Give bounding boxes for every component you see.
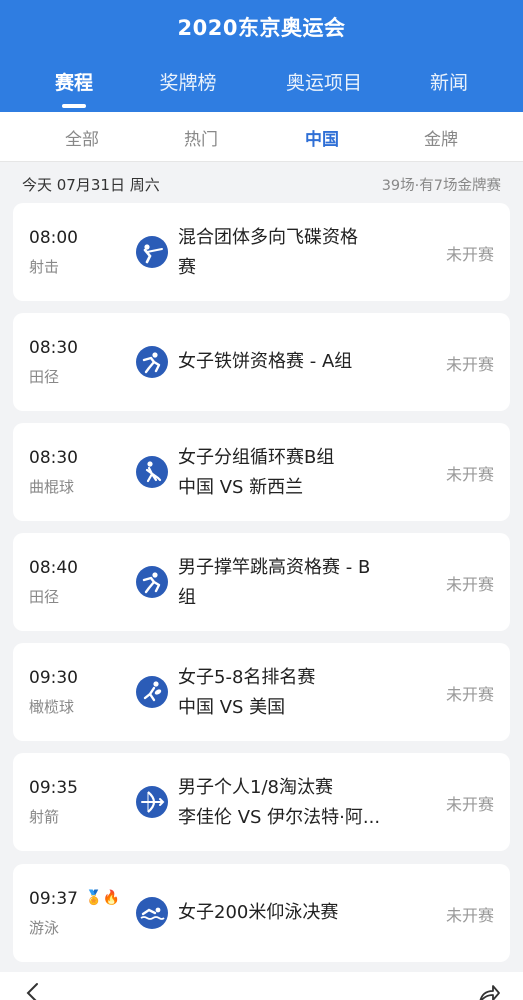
- match-status: 未开赛: [445, 906, 494, 925]
- date-label: 今天 07月31日 周六: [22, 176, 160, 194]
- match-card[interactable]: 08:00 射击 混合团体多向飞碟资格 赛 未开赛: [13, 203, 510, 301]
- filter-bar: 全部 热门 中国 金牌: [0, 112, 523, 162]
- match-card[interactable]: 09:35 射箭 男子个人1/8淘汰赛 李佳伦 VS 伊尔法特·阿... 未开赛: [13, 753, 510, 851]
- match-title: 女子200米仰泳决赛: [178, 902, 339, 923]
- tab-schedule[interactable]: 赛程: [36, 68, 112, 108]
- share-icon[interactable]: [477, 982, 501, 1000]
- gold-medal-icon: 🏅: [85, 890, 103, 906]
- match-status: 未开赛: [445, 685, 494, 704]
- match-title-continued: 组: [178, 587, 196, 608]
- match-status: 未开赛: [445, 245, 494, 264]
- sport-name: 射击: [29, 258, 60, 276]
- match-status: 未开赛: [445, 465, 494, 484]
- tab-label: 新闻: [429, 72, 468, 94]
- match-title-continued: 赛: [178, 257, 196, 278]
- match-title: 男子个人1/8淘汰赛: [178, 777, 333, 798]
- swimming-icon: [136, 897, 168, 929]
- match-card[interactable]: 09:30 橄榄球 女子5-8名排名赛 中国 VS 美国 未开赛: [13, 643, 510, 741]
- sport-name: 田径: [29, 368, 60, 386]
- active-tab-indicator: [62, 104, 86, 108]
- date-row: 今天 07月31日 周六 39场·有7场金牌赛: [0, 170, 523, 198]
- main-tab-bar: 赛程 奖牌榜 奥运项目 新闻: [0, 68, 523, 108]
- sport-name: 田径: [29, 588, 60, 606]
- tab-medal-table[interactable]: 奖牌榜: [146, 68, 230, 102]
- match-teams: 李佳伦 VS 伊尔法特·阿...: [178, 807, 381, 828]
- shooting-icon: [136, 236, 168, 268]
- match-title: 女子5-8名排名赛: [178, 667, 316, 688]
- match-time: 08:40: [29, 558, 78, 578]
- athletics-icon: [136, 346, 168, 378]
- fire-icon: 🔥: [102, 890, 120, 906]
- match-time: 09:35: [29, 778, 78, 798]
- match-status: 未开赛: [445, 795, 494, 814]
- match-card[interactable]: 08:40 田径 男子撑竿跳高资格赛 - B 组 未开赛: [13, 533, 510, 631]
- match-title: 女子分组循环赛B组: [178, 447, 335, 468]
- sport-name: 射箭: [29, 808, 60, 826]
- match-title: 男子撑竿跳高资格赛 - B: [178, 557, 371, 578]
- match-card[interactable]: 08:30 田径 女子铁饼资格赛 - A组 未开赛: [13, 313, 510, 411]
- archery-icon: [136, 786, 168, 818]
- sport-name: 橄榄球: [29, 698, 75, 716]
- tab-label: 奥运项目: [285, 72, 362, 94]
- filter-gold[interactable]: 金牌: [391, 125, 491, 150]
- hockey-icon: [136, 456, 168, 488]
- match-summary: 39场·有7场金牌赛: [381, 178, 501, 194]
- match-time: 09:37: [29, 889, 78, 909]
- match-card[interactable]: 09:37 🏅🔥 游泳 女子200米仰泳决赛 未开赛: [13, 864, 510, 962]
- match-status: 未开赛: [445, 355, 494, 374]
- match-title: 女子铁饼资格赛 - A组: [178, 351, 353, 372]
- match-teams: 中国 VS 新西兰: [178, 477, 304, 498]
- filter-all[interactable]: 全部: [32, 125, 132, 150]
- filter-hot[interactable]: 热门: [151, 125, 251, 150]
- sport-name: 曲棍球: [29, 478, 75, 496]
- rugby-icon: [136, 676, 168, 708]
- match-time: 08:00: [29, 228, 78, 248]
- back-arrow-icon[interactable]: [22, 982, 44, 1000]
- match-card[interactable]: 08:30 曲棍球 女子分组循环赛B组 中国 VS 新西兰 未开赛: [13, 423, 510, 521]
- match-badges: 🏅🔥: [85, 890, 120, 906]
- sport-name: 游泳: [29, 919, 60, 937]
- match-time: 08:30: [29, 448, 78, 468]
- tab-label: 奖牌榜: [159, 72, 217, 94]
- match-title: 混合团体多向飞碟资格: [178, 227, 358, 248]
- tab-label: 赛程: [54, 72, 93, 94]
- bottom-nav-bar: [0, 972, 523, 1000]
- app-title: 2020东京奥运会: [177, 16, 346, 40]
- match-time: 09:30: [29, 668, 78, 688]
- match-teams: 中国 VS 美国: [178, 697, 286, 718]
- tab-news[interactable]: 新闻: [414, 68, 484, 102]
- tab-olympic-sports[interactable]: 奥运项目: [274, 68, 374, 102]
- athletics-icon: [136, 566, 168, 598]
- top-header: 2020东京奥运会 赛程 奖牌榜 奥运项目 新闻: [0, 0, 523, 112]
- match-time: 08:30: [29, 338, 78, 358]
- match-status: 未开赛: [445, 575, 494, 594]
- filter-china[interactable]: 中国: [272, 125, 372, 150]
